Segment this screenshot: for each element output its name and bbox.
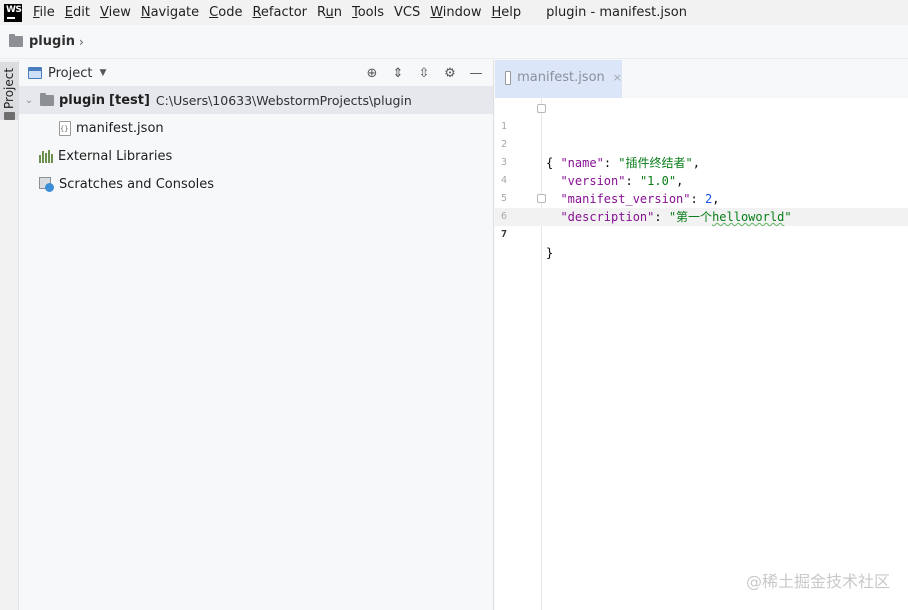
menu-file[interactable]: File bbox=[28, 5, 60, 20]
menu-help[interactable]: Help bbox=[487, 5, 527, 20]
code-text: } bbox=[546, 246, 554, 260]
libraries-icon bbox=[39, 149, 53, 163]
tool-window-strip: Project bbox=[0, 60, 19, 610]
tree-external-libraries-label: External Libraries bbox=[58, 148, 173, 164]
editor-tab-label: manifest.json bbox=[517, 70, 605, 85]
menu-edit[interactable]: Edit bbox=[60, 5, 95, 20]
tree-root-label: plugin bbox=[59, 92, 106, 108]
menu-tools[interactable]: Tools bbox=[347, 5, 389, 20]
tree-root-path: C:\Users\10633\WebstormProjects\plugin bbox=[155, 92, 412, 108]
folder-icon bbox=[4, 112, 15, 120]
chevron-right-icon: › bbox=[79, 34, 84, 49]
close-icon[interactable]: × bbox=[613, 71, 622, 84]
code-editor[interactable]: 1 { 2 "name": "插件终结者", 3 "version": "1.0… bbox=[495, 98, 908, 610]
minimize-icon[interactable]: — bbox=[467, 64, 485, 82]
project-panel-toolbar: ⊕ ⇕ ⇳ ⚙ — bbox=[363, 60, 485, 86]
code-line: 4 "manifest_version": 2, bbox=[495, 154, 908, 206]
code-line: 1 { bbox=[495, 100, 908, 170]
tree-item-scratches[interactable]: Scratches and Consoles bbox=[19, 170, 493, 198]
project-view-icon bbox=[28, 67, 42, 79]
expand-all-icon[interactable]: ⇕ bbox=[389, 64, 407, 82]
folder-icon bbox=[9, 34, 23, 47]
tree-file-label: manifest.json bbox=[76, 120, 164, 136]
gear-icon[interactable]: ⚙ bbox=[441, 64, 459, 82]
json-file-icon bbox=[505, 70, 512, 85]
project-panel-header: Project ▼ ⊕ ⇕ ⇳ ⚙ — bbox=[19, 60, 493, 86]
editor-tab-manifest[interactable]: manifest.json × bbox=[495, 60, 622, 98]
menu-refactor[interactable]: Refactor bbox=[247, 5, 312, 20]
tree-root-module: [test] bbox=[109, 92, 150, 108]
code-line: 6 } bbox=[495, 190, 908, 260]
editor-tab-bar: manifest.json × bbox=[495, 60, 908, 98]
code-line: 7 bbox=[495, 208, 908, 240]
tree-item-plugin-root[interactable]: ⌄ plugin [test] C:\Users\10633\WebstormP… bbox=[19, 86, 493, 114]
code-line: 5 "description": "第一个helloworld" bbox=[495, 172, 908, 224]
menu-view[interactable]: View bbox=[95, 5, 136, 20]
watermark: @稀土掘金技术社区 bbox=[745, 572, 890, 591]
line-number: 7 bbox=[500, 229, 507, 240]
menu-vcs[interactable]: VCS bbox=[389, 5, 425, 20]
breadcrumb: plugin › bbox=[0, 25, 908, 59]
webstorm-logo-icon[interactable]: WS bbox=[4, 3, 22, 22]
code-line: 2 "name": "插件终结者", bbox=[495, 118, 908, 170]
window-title: plugin - manifest.json bbox=[546, 5, 687, 20]
menu-window[interactable]: Window bbox=[425, 5, 486, 20]
caret-down-icon[interactable]: ▼ bbox=[99, 68, 106, 78]
collapse-all-icon[interactable]: ⇳ bbox=[415, 64, 433, 82]
project-tool-tab-label: Project bbox=[2, 67, 16, 109]
menu-run[interactable]: Run bbox=[312, 5, 347, 20]
json-file-icon bbox=[59, 120, 71, 136]
menu-code[interactable]: Code bbox=[204, 5, 247, 20]
fold-icon[interactable] bbox=[537, 104, 546, 113]
breadcrumb-project[interactable]: plugin bbox=[29, 34, 75, 49]
project-panel: Project ▼ ⊕ ⇕ ⇳ ⚙ — ⌄ plugin [test] C:\U… bbox=[19, 60, 494, 610]
tree-item-manifest[interactable]: manifest.json bbox=[19, 114, 493, 142]
folder-icon bbox=[40, 92, 54, 106]
scratches-icon bbox=[39, 176, 54, 192]
fold-icon[interactable] bbox=[537, 194, 546, 203]
editor: manifest.json × 1 { 2 "name": "插件终结者", 3… bbox=[495, 60, 908, 610]
menu-navigate[interactable]: Navigate bbox=[136, 5, 204, 20]
chevron-down-icon[interactable]: ⌄ bbox=[24, 95, 34, 106]
tree-scratches-label: Scratches and Consoles bbox=[59, 176, 215, 192]
tree-item-external-libraries[interactable]: External Libraries bbox=[19, 142, 493, 170]
locate-icon[interactable]: ⊕ bbox=[363, 64, 381, 82]
project-view-selector[interactable]: Project bbox=[48, 66, 92, 81]
code-line: 3 "version": "1.0", bbox=[495, 136, 908, 188]
menu-bar: WS File Edit View Navigate Code Refactor… bbox=[0, 0, 908, 25]
